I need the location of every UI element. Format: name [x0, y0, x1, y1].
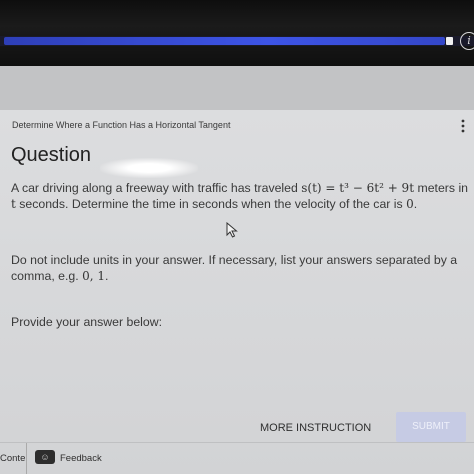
screen: Determine Where a Function Has a Horizon…	[0, 66, 474, 474]
footer: Conte ☺ Feedback	[0, 442, 474, 474]
kebab-menu-icon[interactable]	[459, 118, 467, 134]
submit-button[interactable]: SUBMIT	[396, 412, 466, 442]
math-example: 0, 1	[82, 269, 105, 283]
footer-content-link[interactable]: Conte	[0, 453, 25, 464]
text-segment: .	[104, 269, 109, 283]
mouse-cursor-icon	[226, 221, 238, 238]
feedback-icon[interactable]: ☺	[35, 450, 55, 464]
text-segment: .	[413, 197, 418, 211]
question-paragraph-1: A car driving along a freeway with traff…	[11, 180, 469, 212]
math-function: s(t) = t³ − 6t² + 9t	[301, 181, 415, 195]
question-card: Determine Where a Function Has a Horizon…	[0, 110, 474, 474]
page-title: Question	[11, 144, 92, 166]
progress-bar	[0, 36, 474, 46]
monitor-bezel	[0, 0, 474, 66]
progress-end	[446, 37, 453, 45]
footer-divider	[26, 443, 27, 474]
more-instruction-button[interactable]: MORE INSTRUCTION	[260, 422, 371, 434]
question-paragraph-2: Do not include units in your answer. If …	[11, 252, 469, 284]
info-icon[interactable]: i	[460, 32, 474, 50]
math-value: 0	[406, 197, 414, 211]
text-segment: meters in	[414, 181, 469, 195]
feedback-link[interactable]: Feedback	[60, 453, 102, 464]
progress-fill	[4, 37, 446, 45]
screen-glare	[100, 158, 198, 178]
breadcrumb: Determine Where a Function Has a Horizon…	[12, 120, 231, 130]
text-segment: seconds. Determine the time in seconds w…	[15, 197, 407, 211]
text-segment: Do not include units in your answer. If …	[11, 253, 458, 283]
top-band	[0, 66, 474, 110]
text-segment: A car driving along a freeway with traff…	[11, 181, 302, 195]
answer-prompt: Provide your answer below:	[11, 315, 163, 329]
